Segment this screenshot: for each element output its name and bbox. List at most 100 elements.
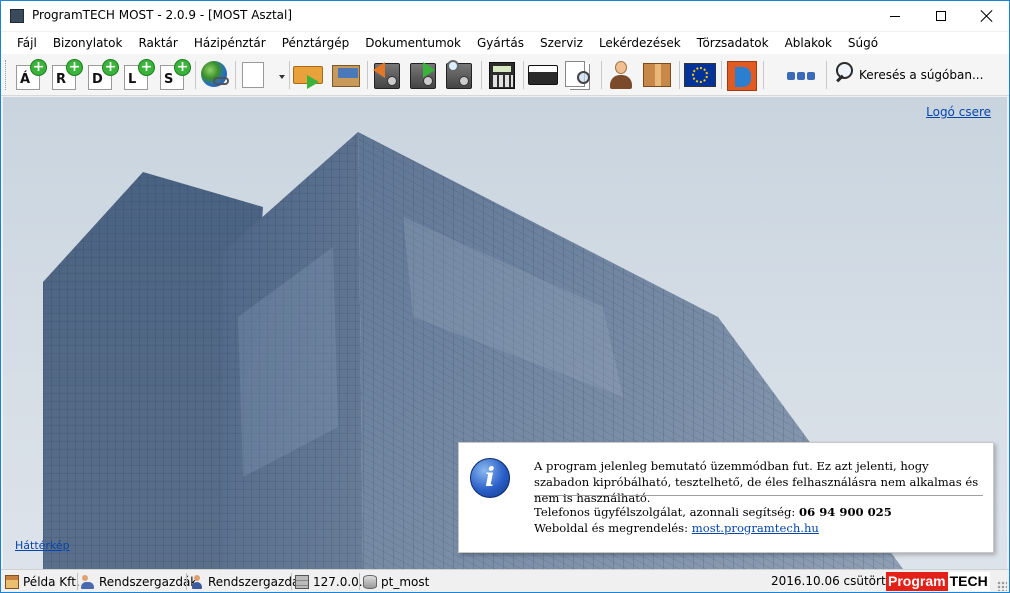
toolbar-separator <box>289 61 290 89</box>
menu-windows[interactable]: Ablakok <box>777 32 840 54</box>
programtech-brand-logo: Program TECH <box>886 572 990 591</box>
menu-cashdesk[interactable]: Házipénztár <box>186 32 274 54</box>
toolbar-grip[interactable] <box>5 60 8 90</box>
partners-button[interactable] <box>605 59 637 91</box>
arrow-right-icon <box>423 62 435 78</box>
document-search-button[interactable] <box>563 59 595 91</box>
inbox-button[interactable] <box>330 59 362 91</box>
background-image-link[interactable]: Háttérkép <box>15 539 70 552</box>
new-doc-l-button[interactable]: L + <box>123 59 155 91</box>
company-icon <box>5 574 19 589</box>
plus-icon: + <box>174 59 191 76</box>
person-body <box>610 75 632 89</box>
cash-query-button[interactable] <box>443 59 475 91</box>
menu-help[interactable]: Súgó <box>840 32 886 54</box>
new-doc-s-button[interactable]: S + <box>159 59 191 91</box>
plus-icon: + <box>138 59 155 76</box>
logo-change-link[interactable]: Logó csere <box>926 105 991 119</box>
toolbar-separator <box>763 61 764 89</box>
menu-cash-register[interactable]: Pénztárgép <box>274 32 358 54</box>
app-window: ProgramTECH MOST - 2.0.9 - [MOST Asztal]… <box>0 0 1010 593</box>
phone-number: 06 94 900 025 <box>799 505 892 519</box>
minimize-button[interactable] <box>872 1 918 31</box>
brand-part-program: Program <box>886 572 948 591</box>
website-label: Weboldal és megrendelés: <box>534 521 689 535</box>
toolbar-separator <box>235 61 236 89</box>
delivery-button[interactable] <box>293 59 325 91</box>
more-dots-icon <box>787 72 819 80</box>
phone-label: Telefonos ügyfélszolgálat, azonnali segí… <box>534 505 796 519</box>
person-icon <box>615 61 627 74</box>
menu-documents[interactable]: Bizonylatok <box>45 32 131 54</box>
toolbar-separator <box>523 61 524 89</box>
maximize-icon <box>936 11 946 21</box>
resize-grip[interactable] <box>997 581 1007 591</box>
plus-icon: + <box>66 59 83 76</box>
chain-link-icon <box>213 77 229 85</box>
website-line: Weboldal és megrendelés: most.programtec… <box>534 520 819 536</box>
status-group: Rendszergazdák <box>81 570 197 592</box>
help-search-input[interactable]: Keresés a súgóban... <box>859 65 1001 85</box>
tray-icon <box>332 65 360 87</box>
calculator-icon <box>489 62 515 89</box>
box-icon <box>643 63 671 87</box>
demo-notice-panel: i A program jelenleg bemutató üzemmódban… <box>458 442 994 553</box>
brand-part-tech: TECH <box>947 572 990 591</box>
website-link[interactable]: most.programtech.hu <box>692 521 819 535</box>
menu-warehouse[interactable]: Raktár <box>130 32 185 54</box>
company-name: Példa Kft. <box>23 574 80 589</box>
maximize-button[interactable] <box>918 1 964 31</box>
menu-service[interactable]: Szerviz <box>532 32 591 54</box>
info-icon: i <box>470 458 510 498</box>
menu-dokumentumok[interactable]: Dokumentumok <box>357 32 469 54</box>
status-divider <box>77 573 78 590</box>
menu-queries[interactable]: Lekérdezések <box>591 32 689 54</box>
doc-l-letter: L <box>128 72 137 87</box>
programtech-logo-icon <box>727 61 757 91</box>
new-document-dropdown[interactable] <box>239 59 285 91</box>
title-bar[interactable]: ProgramTECH MOST - 2.0.9 - [MOST Asztal] <box>1 1 1009 31</box>
status-divider <box>359 573 360 590</box>
toolbar-separator <box>481 61 482 89</box>
window-title: ProgramTECH MOST - 2.0.9 - [MOST Asztal] <box>32 8 293 22</box>
toolbar-separator <box>721 61 722 89</box>
app-icon[interactable] <box>10 9 24 23</box>
toolbar-separator <box>195 61 196 89</box>
doc-s-letter: S <box>164 72 174 87</box>
user-name: Rendszergazda <box>208 574 300 589</box>
scanner-icon <box>528 65 558 85</box>
new-doc-a-button[interactable]: Á + <box>15 59 47 91</box>
plus-icon: + <box>30 59 47 76</box>
status-database: pt_most <box>363 570 429 592</box>
cash-register-button[interactable] <box>486 59 518 91</box>
products-button[interactable] <box>641 59 673 91</box>
minimize-icon <box>890 15 900 17</box>
server-icon <box>295 574 309 589</box>
chevron-down-icon <box>279 75 285 79</box>
menu-file[interactable]: Fájl <box>9 32 45 54</box>
status-divider <box>186 573 187 590</box>
search-icon[interactable] <box>834 61 856 83</box>
cash-out-button[interactable] <box>371 59 403 91</box>
new-doc-r-button[interactable]: R + <box>51 59 83 91</box>
database-icon <box>363 574 377 589</box>
programtech-button[interactable] <box>726 59 758 91</box>
user-icon <box>190 574 204 589</box>
cash-in-button[interactable] <box>407 59 439 91</box>
eu-flag-icon <box>684 63 716 87</box>
status-company: Példa Kft. <box>5 570 80 592</box>
close-button[interactable] <box>964 1 1009 31</box>
toolbar-separator <box>826 61 827 89</box>
menu-master-data[interactable]: Törzsadatok <box>689 32 777 54</box>
web-link-button[interactable] <box>199 59 231 91</box>
toolbar-separator <box>367 61 368 89</box>
users-icon <box>81 574 95 589</box>
scan-button[interactable] <box>527 59 559 91</box>
eu-button[interactable] <box>684 59 716 91</box>
new-doc-d-button[interactable]: D + <box>87 59 119 91</box>
menu-production[interactable]: Gyártás <box>469 32 532 54</box>
status-divider <box>291 573 292 590</box>
doc-d-letter: D <box>92 72 103 87</box>
notice-divider <box>534 495 983 496</box>
more-button[interactable] <box>787 59 819 91</box>
